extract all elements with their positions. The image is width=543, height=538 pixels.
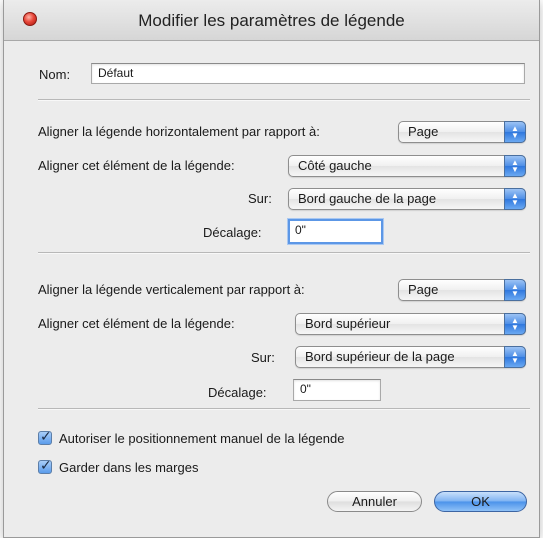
horizontal-on-value: Bord gauche de la page [298, 191, 437, 206]
vertical-on-value: Bord supérieur de la page [305, 349, 455, 364]
keep-in-margins-checkbox[interactable] [38, 457, 52, 474]
vertical-offset-label: Décalage: [208, 385, 267, 400]
horizontal-offset-field[interactable]: 0" [288, 219, 383, 244]
horizontal-element-value: Côté gauche [298, 158, 372, 173]
horizontal-on-label: Sur: [248, 191, 272, 206]
chevron-updown-icon: ▲ ▼ [504, 155, 526, 177]
horizontal-align-popup[interactable]: Page ▲ ▼ [398, 121, 526, 143]
name-field[interactable]: Défaut [91, 63, 525, 84]
vertical-element-label: Aligner cet élément de la légende: [38, 316, 235, 331]
vertical-align-popup[interactable]: Page ▲ ▼ [398, 279, 526, 301]
keep-in-margins-label[interactable]: Garder dans les marges [59, 460, 198, 475]
horizontal-offset-label: Décalage: [203, 225, 262, 240]
chevron-updown-icon: ▲ ▼ [504, 188, 526, 210]
title-bar[interactable]: Modifier les paramètres de légende [4, 0, 539, 41]
manual-positioning-label[interactable]: Autoriser le positionnement manuel de la… [59, 431, 344, 446]
dialog-title: Modifier les paramètres de légende [138, 11, 405, 30]
chevron-updown-icon: ▲ ▼ [504, 121, 526, 143]
name-label: Nom: [39, 67, 71, 82]
chevron-updown-icon: ▲ ▼ [504, 279, 526, 301]
vertical-align-value: Page [408, 282, 439, 297]
manual-positioning-checkbox[interactable] [38, 428, 52, 445]
horizontal-align-label: Aligner la légende horizontalement par r… [38, 124, 320, 139]
chevron-updown-icon: ▲ ▼ [504, 346, 526, 368]
horizontal-on-popup[interactable]: Bord gauche de la page ▲ ▼ [288, 188, 526, 210]
vertical-offset-field[interactable]: 0" [293, 379, 381, 401]
vertical-element-value: Bord supérieur [305, 316, 391, 331]
vertical-align-label: Aligner la légende verticalement par rap… [38, 282, 305, 297]
cancel-button[interactable]: Annuler [327, 491, 422, 512]
vertical-on-label: Sur: [251, 350, 275, 365]
separator [38, 99, 530, 101]
vertical-element-popup[interactable]: Bord supérieur ▲ ▼ [295, 313, 526, 335]
horizontal-element-label: Aligner cet élément de la légende: [38, 158, 235, 173]
separator [38, 408, 530, 410]
horizontal-align-value: Page [408, 124, 439, 139]
dialog-window: Modifier les paramètres de légende Nom: … [3, 0, 540, 538]
ok-button[interactable]: OK [434, 491, 527, 512]
chevron-updown-icon: ▲ ▼ [504, 313, 526, 335]
vertical-on-popup[interactable]: Bord supérieur de la page ▲ ▼ [295, 346, 526, 368]
separator [38, 252, 530, 254]
horizontal-element-popup[interactable]: Côté gauche ▲ ▼ [288, 155, 526, 177]
